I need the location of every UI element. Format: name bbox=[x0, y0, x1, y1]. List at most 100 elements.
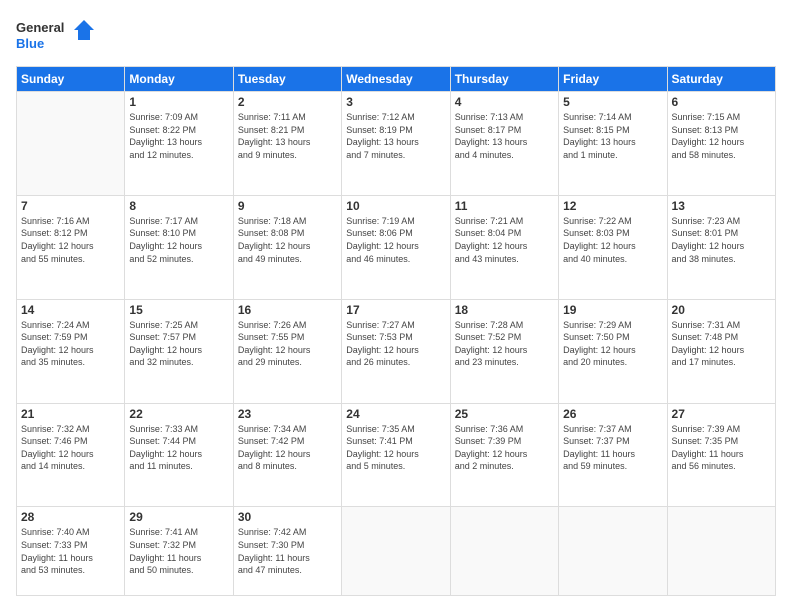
day-info: Sunrise: 7:18 AMSunset: 8:08 PMDaylight:… bbox=[238, 215, 337, 265]
day-number: 1 bbox=[129, 95, 228, 109]
day-info: Sunrise: 7:32 AMSunset: 7:46 PMDaylight:… bbox=[21, 423, 120, 473]
day-info: Sunrise: 7:42 AMSunset: 7:30 PMDaylight:… bbox=[238, 526, 337, 576]
table-row bbox=[559, 507, 667, 596]
table-row: 27 Sunrise: 7:39 AMSunset: 7:35 PMDayligh… bbox=[667, 403, 775, 507]
col-tuesday: Tuesday bbox=[233, 67, 341, 92]
day-info: Sunrise: 7:35 AMSunset: 7:41 PMDaylight:… bbox=[346, 423, 445, 473]
table-row: 15 Sunrise: 7:25 AMSunset: 7:57 PMDayligh… bbox=[125, 299, 233, 403]
col-thursday: Thursday bbox=[450, 67, 558, 92]
day-info: Sunrise: 7:19 AMSunset: 8:06 PMDaylight:… bbox=[346, 215, 445, 265]
table-row: 13 Sunrise: 7:23 AMSunset: 8:01 PMDayligh… bbox=[667, 195, 775, 299]
col-wednesday: Wednesday bbox=[342, 67, 450, 92]
svg-text:General: General bbox=[16, 20, 64, 35]
day-number: 8 bbox=[129, 199, 228, 213]
day-info: Sunrise: 7:11 AMSunset: 8:21 PMDaylight:… bbox=[238, 111, 337, 161]
day-info: Sunrise: 7:12 AMSunset: 8:19 PMDaylight:… bbox=[346, 111, 445, 161]
day-info: Sunrise: 7:33 AMSunset: 7:44 PMDaylight:… bbox=[129, 423, 228, 473]
table-row: 26 Sunrise: 7:37 AMSunset: 7:37 PMDayligh… bbox=[559, 403, 667, 507]
day-info: Sunrise: 7:15 AMSunset: 8:13 PMDaylight:… bbox=[672, 111, 771, 161]
table-row: 9 Sunrise: 7:18 AMSunset: 8:08 PMDaylight… bbox=[233, 195, 341, 299]
table-row: 14 Sunrise: 7:24 AMSunset: 7:59 PMDayligh… bbox=[17, 299, 125, 403]
day-info: Sunrise: 7:14 AMSunset: 8:15 PMDaylight:… bbox=[563, 111, 662, 161]
day-number: 26 bbox=[563, 407, 662, 421]
table-row bbox=[450, 507, 558, 596]
col-monday: Monday bbox=[125, 67, 233, 92]
col-saturday: Saturday bbox=[667, 67, 775, 92]
day-number: 3 bbox=[346, 95, 445, 109]
day-number: 2 bbox=[238, 95, 337, 109]
day-number: 28 bbox=[21, 510, 120, 524]
calendar-table: Sunday Monday Tuesday Wednesday Thursday… bbox=[16, 66, 776, 596]
day-number: 17 bbox=[346, 303, 445, 317]
table-row: 17 Sunrise: 7:27 AMSunset: 7:53 PMDayligh… bbox=[342, 299, 450, 403]
day-number: 13 bbox=[672, 199, 771, 213]
table-row: 7 Sunrise: 7:16 AMSunset: 8:12 PMDaylight… bbox=[17, 195, 125, 299]
table-row: 10 Sunrise: 7:19 AMSunset: 8:06 PMDayligh… bbox=[342, 195, 450, 299]
day-info: Sunrise: 7:21 AMSunset: 8:04 PMDaylight:… bbox=[455, 215, 554, 265]
day-number: 12 bbox=[563, 199, 662, 213]
day-info: Sunrise: 7:37 AMSunset: 7:37 PMDaylight:… bbox=[563, 423, 662, 473]
day-info: Sunrise: 7:28 AMSunset: 7:52 PMDaylight:… bbox=[455, 319, 554, 369]
table-row: 20Sunrise: 7:31 AMSunset: 7:48 PMDayligh… bbox=[667, 299, 775, 403]
day-number: 30 bbox=[238, 510, 337, 524]
day-info: Sunrise: 7:23 AMSunset: 8:01 PMDaylight:… bbox=[672, 215, 771, 265]
table-row: 12 Sunrise: 7:22 AMSunset: 8:03 PMDayligh… bbox=[559, 195, 667, 299]
calendar-page: General Blue Sunday Monday Tuesday Wedne… bbox=[0, 0, 792, 612]
table-row bbox=[17, 92, 125, 196]
day-number: 19 bbox=[563, 303, 662, 317]
table-row: 2 Sunrise: 7:11 AMSunset: 8:21 PMDaylight… bbox=[233, 92, 341, 196]
day-number: 14 bbox=[21, 303, 120, 317]
day-number: 11 bbox=[455, 199, 554, 213]
day-info: Sunrise: 7:16 AMSunset: 8:12 PMDaylight:… bbox=[21, 215, 120, 265]
day-number: 22 bbox=[129, 407, 228, 421]
day-number: 16 bbox=[238, 303, 337, 317]
table-row: 6Sunrise: 7:15 AMSunset: 8:13 PMDaylight… bbox=[667, 92, 775, 196]
table-row: 3 Sunrise: 7:12 AMSunset: 8:19 PMDaylight… bbox=[342, 92, 450, 196]
table-row: 29 Sunrise: 7:41 AMSunset: 7:32 PMDayligh… bbox=[125, 507, 233, 596]
day-info: Sunrise: 7:29 AMSunset: 7:50 PMDaylight:… bbox=[563, 319, 662, 369]
day-number: 27 bbox=[672, 407, 771, 421]
day-number: 29 bbox=[129, 510, 228, 524]
table-row: 21 Sunrise: 7:32 AMSunset: 7:46 PMDayligh… bbox=[17, 403, 125, 507]
day-info: Sunrise: 7:25 AMSunset: 7:57 PMDaylight:… bbox=[129, 319, 228, 369]
table-row: 30 Sunrise: 7:42 AMSunset: 7:30 PMDayligh… bbox=[233, 507, 341, 596]
table-row: 5 Sunrise: 7:14 AMSunset: 8:15 PMDaylight… bbox=[559, 92, 667, 196]
day-number: 5 bbox=[563, 95, 662, 109]
day-number: 10 bbox=[346, 199, 445, 213]
col-friday: Friday bbox=[559, 67, 667, 92]
table-row: 1 Sunrise: 7:09 AMSunset: 8:22 PMDaylight… bbox=[125, 92, 233, 196]
day-info: Sunrise: 7:24 AMSunset: 7:59 PMDaylight:… bbox=[21, 319, 120, 369]
table-row: 28 Sunrise: 7:40 AMSunset: 7:33 PMDayligh… bbox=[17, 507, 125, 596]
day-info: Sunrise: 7:09 AMSunset: 8:22 PMDaylight:… bbox=[129, 111, 228, 161]
table-row bbox=[342, 507, 450, 596]
day-info: Sunrise: 7:26 AMSunset: 7:55 PMDaylight:… bbox=[238, 319, 337, 369]
day-number: 7 bbox=[21, 199, 120, 213]
day-info: Sunrise: 7:39 AMSunset: 7:35 PMDaylight:… bbox=[672, 423, 771, 473]
day-info: Sunrise: 7:40 AMSunset: 7:33 PMDaylight:… bbox=[21, 526, 120, 576]
day-number: 18 bbox=[455, 303, 554, 317]
day-info: Sunrise: 7:34 AMSunset: 7:42 PMDaylight:… bbox=[238, 423, 337, 473]
day-info: Sunrise: 7:36 AMSunset: 7:39 PMDaylight:… bbox=[455, 423, 554, 473]
col-sunday: Sunday bbox=[17, 67, 125, 92]
day-info: Sunrise: 7:27 AMSunset: 7:53 PMDaylight:… bbox=[346, 319, 445, 369]
table-row: 22 Sunrise: 7:33 AMSunset: 7:44 PMDayligh… bbox=[125, 403, 233, 507]
table-row bbox=[667, 507, 775, 596]
day-info: Sunrise: 7:17 AMSunset: 8:10 PMDaylight:… bbox=[129, 215, 228, 265]
day-info: Sunrise: 7:13 AMSunset: 8:17 PMDaylight:… bbox=[455, 111, 554, 161]
day-number: 23 bbox=[238, 407, 337, 421]
day-number: 21 bbox=[21, 407, 120, 421]
table-row: 4 Sunrise: 7:13 AMSunset: 8:17 PMDaylight… bbox=[450, 92, 558, 196]
table-row: 18 Sunrise: 7:28 AMSunset: 7:52 PMDayligh… bbox=[450, 299, 558, 403]
svg-text:Blue: Blue bbox=[16, 36, 44, 51]
day-info: Sunrise: 7:41 AMSunset: 7:32 PMDaylight:… bbox=[129, 526, 228, 576]
header: General Blue bbox=[16, 16, 776, 56]
logo-svg: General Blue bbox=[16, 16, 96, 56]
header-row: Sunday Monday Tuesday Wednesday Thursday… bbox=[17, 67, 776, 92]
table-row: 24Sunrise: 7:35 AMSunset: 7:41 PMDayligh… bbox=[342, 403, 450, 507]
table-row: 19 Sunrise: 7:29 AMSunset: 7:50 PMDayligh… bbox=[559, 299, 667, 403]
day-info: Sunrise: 7:22 AMSunset: 8:03 PMDaylight:… bbox=[563, 215, 662, 265]
day-number: 4 bbox=[455, 95, 554, 109]
day-number: 20 bbox=[672, 303, 771, 317]
day-number: 9 bbox=[238, 199, 337, 213]
day-number: 15 bbox=[129, 303, 228, 317]
